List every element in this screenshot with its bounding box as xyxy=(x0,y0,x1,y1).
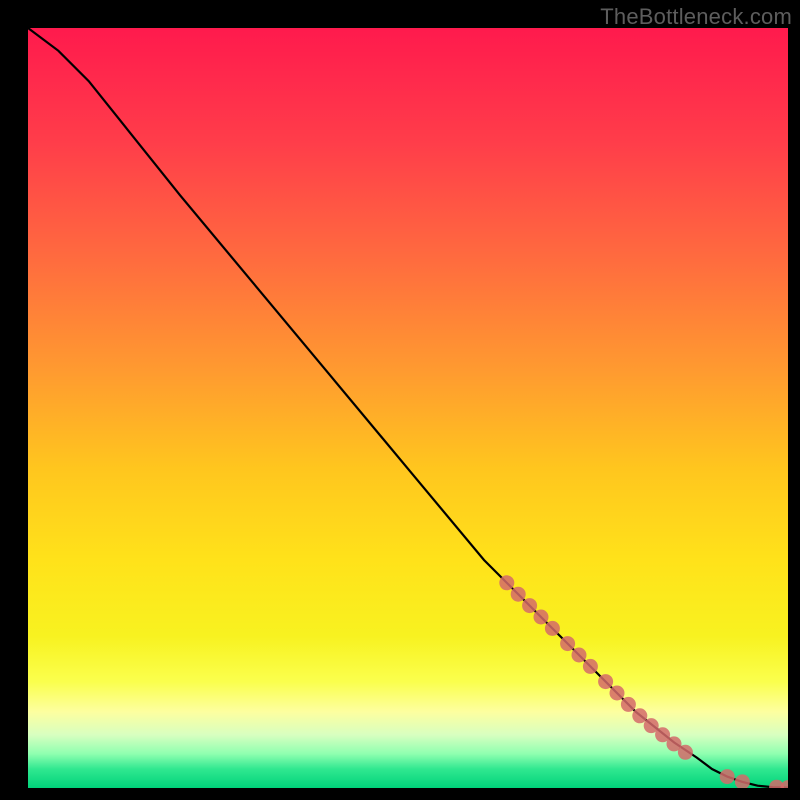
marker-dot xyxy=(572,648,587,663)
marker-dot xyxy=(720,769,735,784)
marker-dot xyxy=(511,587,526,602)
marker-dot xyxy=(534,610,549,625)
chart-frame: TheBottleneck.com xyxy=(0,0,800,800)
marker-dot xyxy=(522,598,537,613)
gradient-background xyxy=(28,28,788,788)
watermark-text: TheBottleneck.com xyxy=(600,4,792,30)
marker-dot xyxy=(545,621,560,636)
marker-dot xyxy=(632,708,647,723)
marker-dot xyxy=(560,636,575,651)
marker-dot xyxy=(499,575,514,590)
chart-svg xyxy=(28,28,788,788)
marker-dot xyxy=(621,697,636,712)
marker-dot xyxy=(598,674,613,689)
marker-dot xyxy=(583,659,598,674)
marker-dot xyxy=(610,686,625,701)
marker-dot xyxy=(678,745,693,760)
plot-area xyxy=(28,28,788,788)
